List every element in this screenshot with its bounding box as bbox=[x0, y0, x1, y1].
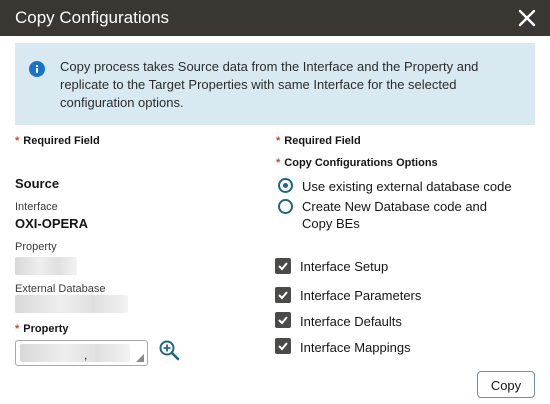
check-icon bbox=[278, 291, 288, 300]
external-database-value-redacted bbox=[15, 295, 128, 313]
checkbox-interface-setup[interactable] bbox=[275, 258, 291, 274]
zoom-search-icon[interactable] bbox=[158, 339, 180, 361]
check-icon bbox=[278, 262, 288, 271]
interface-label: Interface bbox=[15, 201, 58, 213]
required-star: * bbox=[276, 135, 281, 147]
source-heading: Source bbox=[15, 176, 60, 191]
chevron-down-icon bbox=[136, 354, 144, 362]
external-database-label: External Database bbox=[15, 283, 106, 295]
radio-create-new-code-label: Create New Database code and Copy BEs bbox=[302, 199, 488, 231]
checkbox-interface-parameters[interactable] bbox=[275, 287, 291, 303]
checkbox-interface-defaults-label: Interface Defaults bbox=[300, 314, 402, 329]
property-select-value-redacted bbox=[20, 344, 130, 362]
property-select[interactable]: , bbox=[15, 340, 148, 366]
checkbox-interface-defaults[interactable] bbox=[275, 312, 291, 328]
checkbox-interface-mappings-label: Interface Mappings bbox=[300, 340, 411, 355]
check-icon bbox=[278, 342, 288, 351]
check-icon bbox=[278, 316, 288, 325]
close-icon[interactable] bbox=[516, 7, 538, 29]
radio-use-existing-code-label: Use existing external database code bbox=[302, 179, 512, 194]
copy-options-label: * Copy Configurations Options bbox=[276, 157, 438, 169]
dialog-title: Copy Configurations bbox=[15, 8, 170, 27]
property-value-redacted bbox=[15, 257, 77, 275]
checkbox-interface-setup-label: Interface Setup bbox=[300, 259, 389, 274]
required-star: * bbox=[15, 323, 20, 335]
radio-create-new-code[interactable] bbox=[278, 199, 293, 214]
checkbox-interface-parameters-label: Interface Parameters bbox=[300, 288, 422, 303]
checkbox-interface-mappings[interactable] bbox=[275, 338, 291, 354]
required-star: * bbox=[276, 157, 281, 169]
info-banner: Copy process takes Source data from the … bbox=[15, 43, 535, 125]
copy-button[interactable]: Copy bbox=[477, 371, 535, 398]
dialog-titlebar: Copy Configurations bbox=[0, 0, 550, 36]
property-field-label: * Property bbox=[15, 323, 69, 335]
required-field-note-left: * Required Field bbox=[15, 135, 100, 147]
required-star: * bbox=[15, 135, 20, 147]
interface-value: OXI-OPERA bbox=[15, 216, 88, 231]
required-field-note-right: * Required Field bbox=[276, 135, 361, 147]
info-icon bbox=[29, 61, 45, 77]
radio-use-existing-code[interactable] bbox=[278, 178, 293, 193]
property-label: Property bbox=[15, 241, 57, 253]
info-message: Copy process takes Source data from the … bbox=[60, 59, 479, 110]
